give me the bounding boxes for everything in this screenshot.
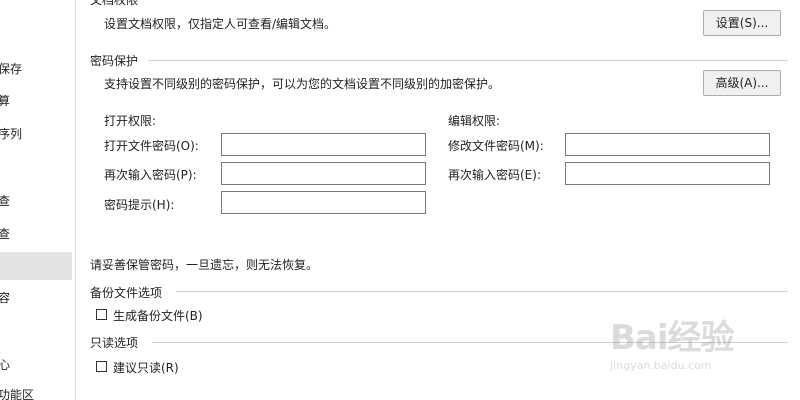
edit-password-input[interactable]	[565, 133, 770, 156]
edit-password-confirm-input[interactable]	[565, 162, 770, 185]
security-panel: 文档权限 设置文档权限，仅指定人可查看/编辑文档。 设置(S)... 密码保护 …	[76, 0, 800, 400]
advanced-button[interactable]: 高级(A)...	[703, 70, 781, 96]
sidebar-item-trust-center[interactable]: 心	[0, 351, 72, 379]
sidebar-item-save[interactable]: 保存	[0, 55, 72, 83]
doc-permission-description: 设置文档权限，仅指定人可查看/编辑文档。	[104, 17, 337, 31]
sidebar-item-compat[interactable]: 容	[0, 284, 72, 312]
doc-permission-title: 文档权限	[90, 0, 139, 7]
password-protection-divider	[148, 60, 788, 61]
open-password-input[interactable]	[221, 133, 426, 156]
sidebar: 保存 算 序列 查 查 容 心 功能区	[0, 0, 76, 400]
password-protection-description: 支持设置不同级别的密码保护，可以为您的文档设置不同级别的加密保护。	[104, 77, 501, 91]
doc-permission-settings-button[interactable]: 设置(S)...	[703, 10, 781, 36]
password-hint-label: 密码提示(H):	[104, 198, 175, 212]
password-hint-input[interactable]	[221, 191, 426, 214]
backup-checkbox[interactable]	[96, 309, 107, 320]
readonly-checkbox[interactable]	[96, 361, 107, 372]
edit-permission-heading: 编辑权限:	[448, 114, 501, 128]
backup-checkbox-label[interactable]: 生成备份文件(B)	[113, 307, 203, 324]
sidebar-item-check-2[interactable]: 查	[0, 220, 72, 248]
backup-options-title: 备份文件选项	[90, 286, 163, 300]
options-dialog: 保存 算 序列 查 查 容 心 功能区 文档权限 设置文档权限，仅指定人可查看/…	[0, 0, 800, 400]
backup-options-divider	[176, 291, 788, 292]
readonly-options-title: 只读选项	[90, 336, 139, 350]
open-password-confirm-input[interactable]	[221, 162, 426, 185]
sidebar-item-calc[interactable]: 算	[0, 87, 72, 115]
sidebar-item-security[interactable]	[0, 252, 72, 280]
sidebar-item-check-1[interactable]: 查	[0, 187, 72, 215]
sidebar-item-ribbon[interactable]: 功能区	[0, 381, 72, 400]
password-protection-title: 密码保护	[90, 54, 139, 68]
readonly-checkbox-label[interactable]: 建议只读(R)	[113, 359, 179, 376]
readonly-options-divider	[152, 342, 788, 343]
edit-password-label: 修改文件密码(M):	[448, 139, 544, 153]
sidebar-item-sequence[interactable]: 序列	[0, 120, 72, 148]
open-password-label: 打开文件密码(O):	[104, 139, 199, 153]
open-permission-heading: 打开权限:	[104, 114, 157, 128]
edit-password-confirm-label: 再次输入密码(E):	[448, 168, 541, 182]
open-password-confirm-label: 再次输入密码(P):	[104, 168, 197, 182]
password-warning-text: 请妥善保管密码，一旦遗忘，则无法恢复。	[90, 258, 319, 272]
